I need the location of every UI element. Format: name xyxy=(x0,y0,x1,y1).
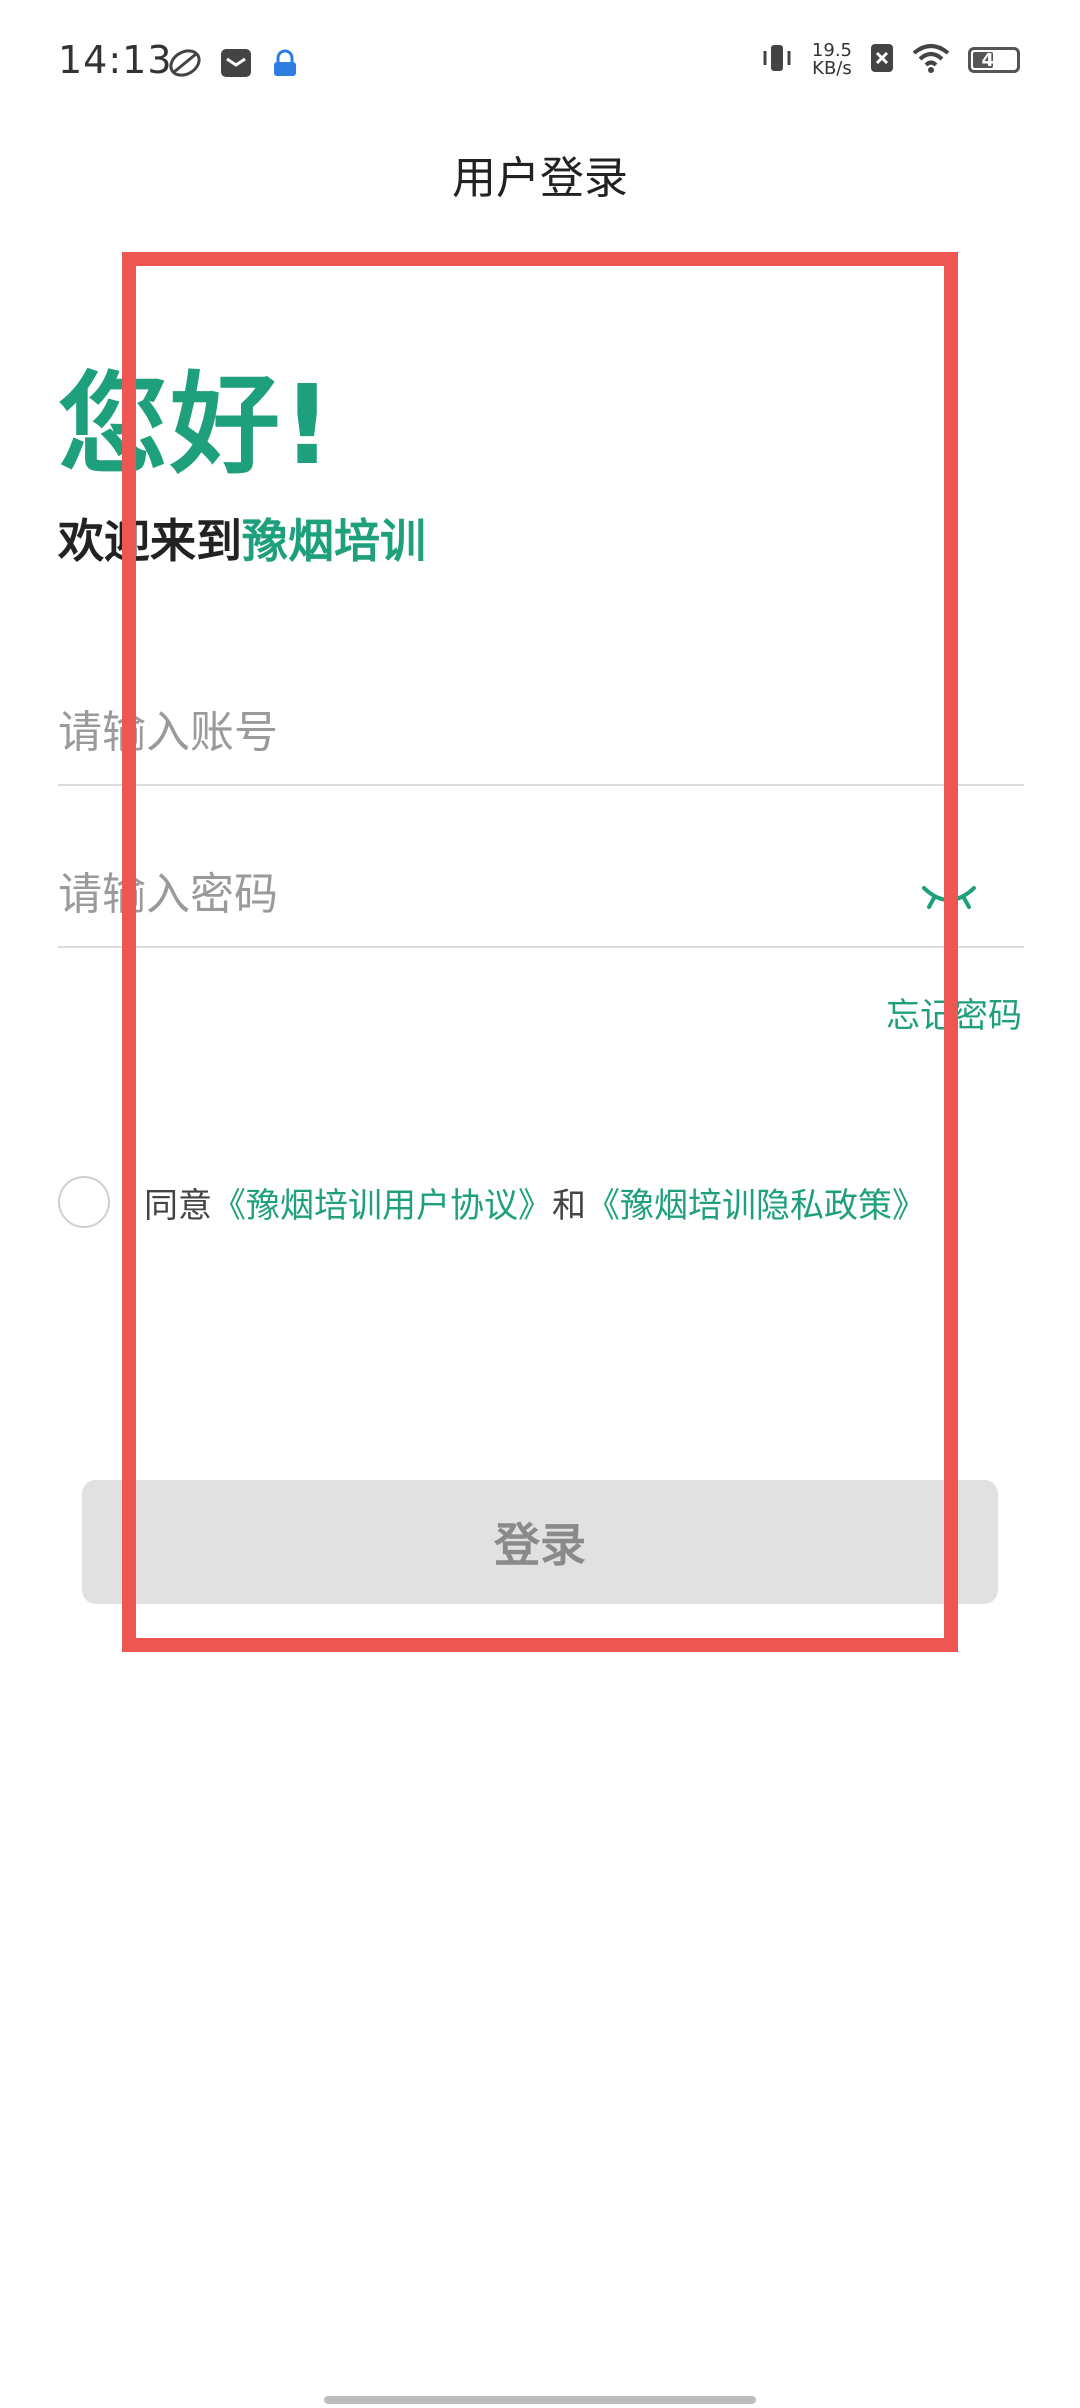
status-time: 14:13 xyxy=(58,38,173,82)
leaf-icon xyxy=(168,48,202,82)
user-agreement-link[interactable]: 《豫烟培训用户协议》 xyxy=(212,1186,552,1226)
greeting-heading: 您好! xyxy=(58,361,335,489)
status-right-icons: 19.5 KB/s 43 xyxy=(760,42,1020,78)
password-field xyxy=(58,842,1024,948)
password-input[interactable] xyxy=(58,842,818,946)
agreement-conjunction: 和 xyxy=(552,1185,586,1226)
agreement-checkbox[interactable] xyxy=(58,1176,110,1228)
battery-icon: 43 xyxy=(968,47,1020,73)
forgot-password-link[interactable]: 忘记密码 xyxy=(886,988,1022,1037)
status-left-icons xyxy=(168,48,300,82)
account-field xyxy=(58,680,1024,786)
agreement-prefix: 同意 xyxy=(144,1185,212,1226)
eye-closed-icon[interactable] xyxy=(914,870,984,920)
login-button[interactable]: 登录 xyxy=(82,1480,998,1604)
network-speed: 19.5 KB/s xyxy=(812,42,852,78)
vibrate-icon xyxy=(760,43,794,77)
no-sim-icon xyxy=(870,43,894,77)
gesture-bar[interactable] xyxy=(324,2396,756,2404)
page-title: 用户登录 xyxy=(452,153,628,204)
agreement-text: 同意《豫烟培训用户协议》和《豫烟培训隐私政策》 xyxy=(144,1178,926,1227)
welcome-brand: 豫烟培训 xyxy=(242,514,426,568)
mail-icon xyxy=(220,48,252,82)
account-input[interactable] xyxy=(58,680,818,784)
agreement-row: 同意《豫烟培训用户协议》和《豫烟培训隐私政策》 xyxy=(58,1176,926,1228)
privacy-policy-link[interactable]: 《豫烟培训隐私政策》 xyxy=(586,1186,926,1226)
welcome-prefix: 欢迎来到 xyxy=(58,514,242,568)
status-bar: 14:13 19.5 KB/s 43 xyxy=(0,0,1080,130)
lock-app-icon xyxy=(270,48,300,82)
network-speed-unit: KB/s xyxy=(812,58,852,79)
wifi-icon xyxy=(912,43,950,77)
battery-level: 43 xyxy=(981,49,1007,71)
welcome-text: 欢迎来到豫烟培训 xyxy=(58,505,426,571)
